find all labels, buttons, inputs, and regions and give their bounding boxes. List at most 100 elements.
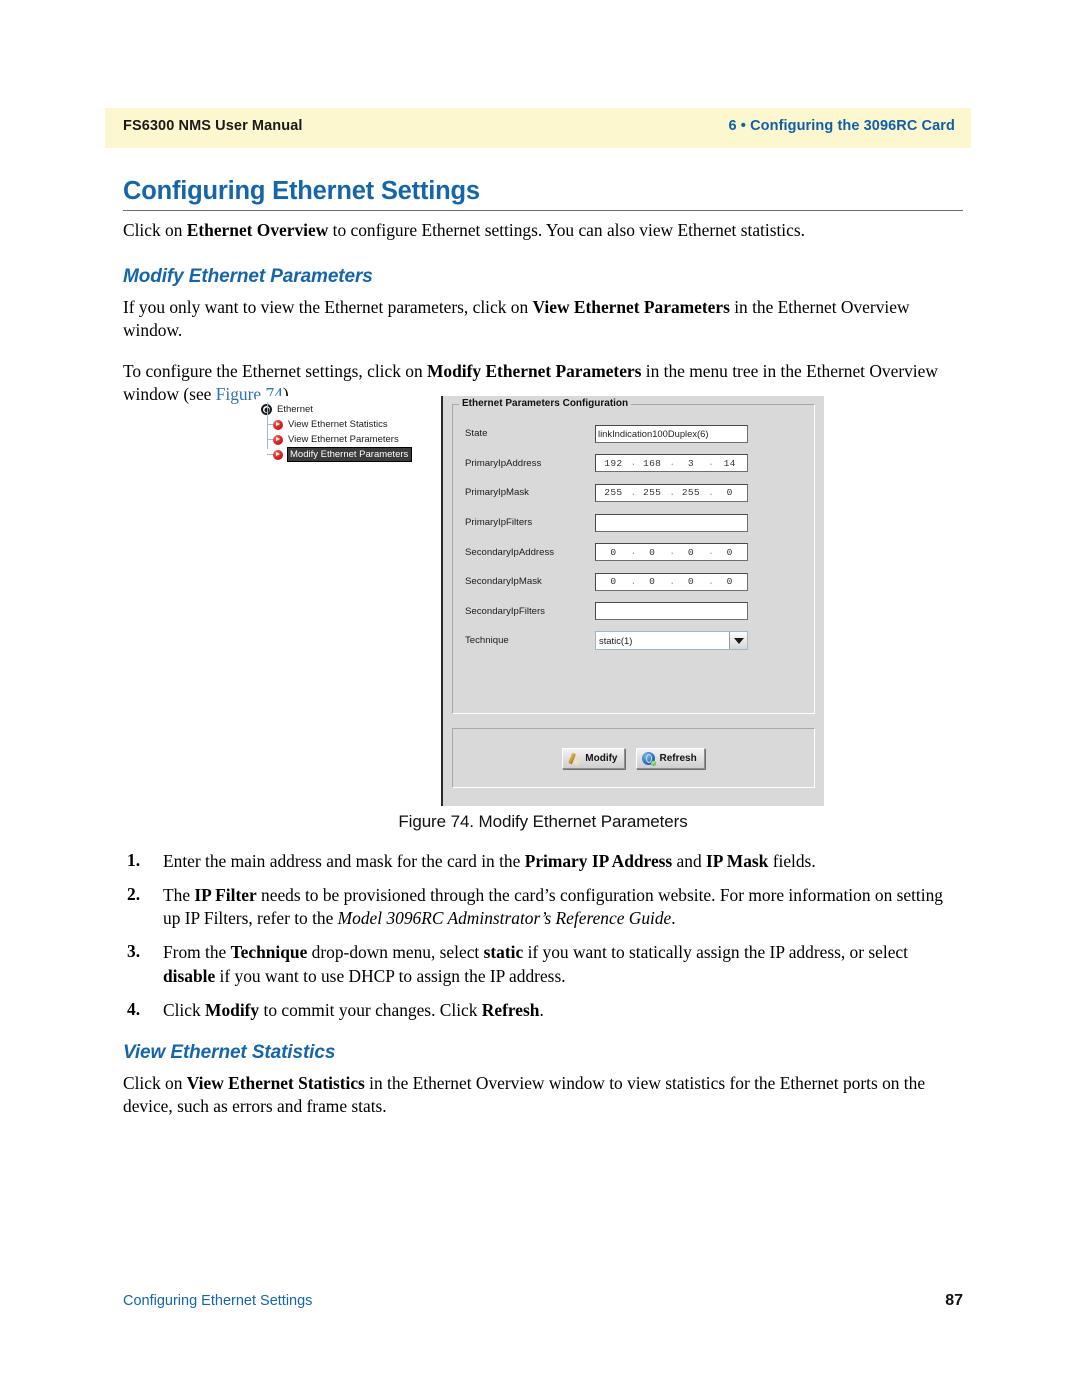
running-header-left: FS6300 NMS User Manual [123, 118, 303, 134]
octet-4[interactable]: 0 [712, 576, 747, 587]
refresh-button[interactable]: Refresh [636, 747, 705, 769]
step-4-number: 4. [127, 998, 141, 1019]
modify-p2-pre: To configure the Ethernet settings, clic… [123, 360, 427, 381]
label-technique: Technique [465, 635, 509, 647]
octet-1[interactable]: 255 [596, 487, 631, 498]
ethernet-parameters-pane: Ethernet Parameters Configuration State … [443, 396, 824, 806]
group-box-title: Ethernet Parameters Configuration [459, 398, 632, 409]
step-2-b1: IP Filter [194, 885, 257, 906]
play-icon [273, 434, 283, 445]
step-4-p3: . [539, 999, 544, 1020]
octet-3[interactable]: 0 [674, 576, 709, 587]
running-header-band: FS6300 NMS User Manual 6 • Configuring t… [105, 108, 971, 148]
step-1: 1. Enter the main address and mask for t… [123, 850, 963, 873]
step-3-p3: if you want to statically assign the IP … [523, 942, 908, 963]
step-1-b1: Primary IP Address [524, 851, 673, 871]
step-3-p1: From the [163, 942, 231, 963]
step-4-b2: Refresh [481, 999, 540, 1020]
step-3-b2: static [483, 942, 524, 963]
step-4-text: Click Modify to commit your changes. Cli… [163, 999, 963, 1022]
form-row-secondary-ip-filters: SecondaryIpFilters [453, 597, 814, 627]
step-1-number: 1. [127, 850, 141, 870]
modify-button-label: Modify [585, 752, 618, 764]
input-secondary-ip-filters[interactable] [595, 602, 748, 621]
tree-item-label-selected: Modify Ethernet Parameters [286, 447, 413, 462]
step-3-p2: drop-down menu, select [307, 942, 484, 963]
tree-item-view-ethernet-parameters[interactable]: View Ethernet Parameters [256, 432, 441, 447]
modify-p1-pre: If you only want to view the Ethernet pa… [123, 297, 533, 318]
refresh-button-label: Refresh [659, 752, 697, 764]
octet-4[interactable]: 14 [712, 458, 747, 469]
label-primary-ip-address: PrimaryIpAddress [465, 457, 542, 469]
step-3-number: 3. [127, 941, 141, 962]
page-title: Configuring Ethernet Settings [123, 177, 480, 205]
label-secondary-ip-address: SecondaryIpAddress [465, 546, 555, 558]
form-row-technique: Technique static(1) [453, 626, 814, 656]
octet-3[interactable]: 3 [674, 458, 709, 469]
octet-4[interactable]: 0 [712, 547, 747, 558]
form-row-state: State linkIndication100Duplex(6) [453, 419, 814, 449]
tree-item-label: View Ethernet Parameters [288, 434, 399, 445]
tree-item-view-ethernet-statistics[interactable]: View Ethernet Statistics [256, 417, 441, 432]
subhead-view-ethernet-statistics: View Ethernet Statistics [123, 1042, 336, 1063]
octet-3[interactable]: 0 [674, 547, 709, 558]
step-4-p1: Click [163, 999, 206, 1020]
step-2: 2. The IP Filter needs to be provisioned… [123, 884, 963, 930]
stats-bold: View Ethernet Statistics [186, 1073, 365, 1093]
page-content: Configuring Ethernet Settings Click on E… [123, 176, 963, 406]
input-secondary-ip-mask[interactable]: 0. 0. 0. 0 [595, 572, 748, 591]
form-row-primary-ip-address: PrimaryIpAddress 192. 168. 3. 14 [453, 449, 814, 479]
tree-item-modify-ethernet-parameters[interactable]: Modify Ethernet Parameters [256, 447, 441, 462]
intro-post: to configure Ethernet settings. You can … [328, 220, 805, 241]
figure-caption: Figure 74. Modify Ethernet Parameters [398, 812, 688, 831]
modify-p2-bold: Modify Ethernet Parameters [427, 360, 642, 381]
octet-4[interactable]: 0 [712, 487, 747, 498]
label-primary-ip-filters: PrimaryIpFilters [465, 517, 533, 529]
step-2-p3: . [671, 908, 676, 929]
octet-3[interactable]: 255 [674, 487, 709, 498]
step-2-i1: Model 3096RC Adminstrator’s Reference Gu… [337, 908, 672, 929]
modify-button[interactable]: Modify [562, 747, 626, 769]
figure-74-screenshot: Ethernet View Ethernet Statistics View E… [256, 396, 824, 806]
octet-2[interactable]: 0 [635, 547, 670, 558]
step-3: 3. From the Technique drop-down menu, se… [123, 941, 963, 987]
ethernet-menu-tree: Ethernet View Ethernet Statistics View E… [256, 396, 443, 806]
dropdown-technique[interactable]: static(1) [595, 631, 748, 651]
octet-1[interactable]: 0 [596, 547, 631, 558]
tree-item-label: View Ethernet Statistics [288, 419, 388, 430]
step-4-b1: Modify [205, 999, 260, 1020]
intro-pre: Click on [123, 220, 187, 241]
input-primary-ip-filters[interactable] [595, 513, 748, 532]
stats-pre: Click on [123, 1073, 187, 1093]
page-footer: Configuring Ethernet Settings 87 [123, 1292, 963, 1310]
form-row-secondary-ip-address: SecondaryIpAddress 0. 0. 0. 0 [453, 537, 814, 567]
input-state[interactable]: linkIndication100Duplex(6) [595, 424, 748, 443]
step-1-p1: Enter the main address and mask for the … [163, 851, 525, 871]
label-secondary-ip-filters: SecondaryIpFilters [465, 605, 545, 617]
octet-2[interactable]: 0 [635, 576, 670, 587]
chevron-down-icon[interactable] [729, 632, 747, 650]
step-2-p1: The [163, 885, 195, 906]
octet-2[interactable]: 255 [635, 487, 670, 498]
label-state: State [465, 428, 488, 440]
intro-bold-term: Ethernet Overview [186, 220, 329, 241]
step-1-p2: and [672, 851, 707, 871]
step-2-number: 2. [127, 884, 141, 905]
input-primary-ip-address[interactable]: 192. 168. 3. 14 [595, 454, 748, 473]
octet-1[interactable]: 192 [596, 458, 631, 469]
step-3-b3: disable [163, 965, 216, 986]
dropdown-technique-value: static(1) [599, 635, 633, 647]
step-1-text: Enter the main address and mask for the … [163, 850, 963, 873]
octet-1[interactable]: 0 [596, 576, 631, 587]
label-secondary-ip-mask: SecondaryIpMask [465, 576, 542, 588]
input-primary-ip-mask[interactable]: 255. 255. 255. 0 [595, 483, 748, 502]
octet-2[interactable]: 168 [635, 458, 670, 469]
modify-p1-bold: View Ethernet Parameters [532, 297, 730, 318]
input-secondary-ip-address[interactable]: 0. 0. 0. 0 [595, 543, 748, 562]
ethernet-parameters-group: Ethernet Parameters Configuration State … [452, 398, 815, 714]
stats-paragraph: Click on View Ethernet Statistics in the… [123, 1072, 963, 1118]
intro-paragraph: Click on Ethernet Overview to configure … [123, 219, 963, 242]
form-row-secondary-ip-mask: SecondaryIpMask 0. 0. 0. 0 [453, 567, 814, 597]
play-icon [273, 449, 283, 460]
globe-refresh-icon [642, 751, 657, 766]
